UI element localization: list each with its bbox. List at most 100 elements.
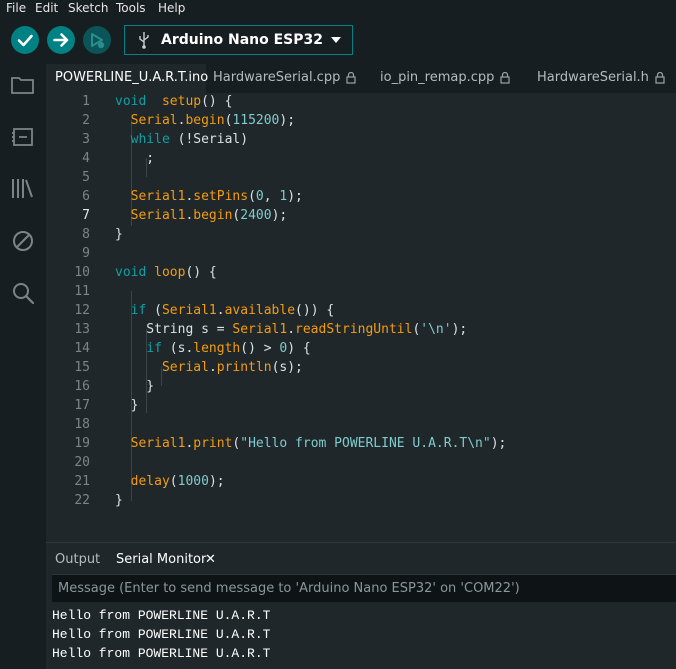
tab-label: HardwareSerial.cpp bbox=[213, 70, 341, 85]
code-token: setPins bbox=[193, 189, 249, 204]
code-token: . bbox=[287, 322, 296, 337]
code-token: ); bbox=[271, 208, 288, 223]
line-number: 14 bbox=[74, 341, 90, 356]
line-number: 10 bbox=[74, 265, 90, 280]
code-line: Serial.println(s); bbox=[115, 360, 303, 375]
tab-label: POWERLINE_U.A.R.T.ino bbox=[55, 70, 209, 85]
code-token: delay bbox=[130, 474, 170, 489]
code-token: begin bbox=[185, 113, 225, 128]
code-line: ; bbox=[115, 151, 154, 166]
code-token: ( bbox=[146, 303, 162, 318]
menu-help[interactable]: Help bbox=[158, 0, 185, 16]
search-icon[interactable] bbox=[10, 280, 36, 306]
line-number: 9 bbox=[82, 246, 90, 261]
code-token: (s); bbox=[271, 360, 303, 375]
check-icon bbox=[17, 34, 33, 47]
line-number: 17 bbox=[74, 398, 90, 413]
debug-button[interactable] bbox=[83, 26, 111, 54]
code-token: begin bbox=[193, 208, 233, 223]
board-selector[interactable]: Arduino Nano ESP32 bbox=[124, 25, 353, 55]
code-line: String s = Serial1.readStringUntil('\n')… bbox=[115, 322, 467, 337]
library-icon[interactable] bbox=[10, 176, 36, 202]
tab-hardwareserial-h[interactable]: HardwareSerial.h bbox=[537, 64, 665, 93]
code-token: (s. bbox=[161, 341, 194, 356]
code-token: 115200 bbox=[232, 113, 280, 128]
menu-sketch[interactable]: Sketch bbox=[68, 0, 108, 16]
code-token: readStringUntil bbox=[295, 322, 413, 337]
code-token: ( bbox=[248, 189, 256, 204]
line-number: 15 bbox=[74, 360, 90, 375]
close-icon[interactable]: ✕ bbox=[205, 552, 216, 567]
line-number: 7 bbox=[82, 208, 90, 223]
tab-hardwareserial-cpp[interactable]: HardwareSerial.cpp bbox=[213, 64, 356, 93]
menu-tools[interactable]: Tools bbox=[116, 0, 146, 16]
code-token: if bbox=[130, 303, 147, 318]
serial-message-input[interactable]: Message (Enter to send message to 'Ardui… bbox=[52, 574, 676, 602]
code-token: } bbox=[115, 493, 123, 508]
tab-label: HardwareSerial.h bbox=[537, 70, 649, 85]
sidebar bbox=[0, 64, 46, 669]
menu-file[interactable]: File bbox=[6, 0, 26, 16]
line-number: 5 bbox=[82, 170, 90, 185]
code-token: "Hello from POWERLINE U.A.R.T\n" bbox=[240, 436, 491, 451]
code-token: '\n' bbox=[420, 322, 452, 337]
serial-output-line: Hello from POWERLINE U.A.R.T bbox=[52, 646, 271, 661]
code-token: ); bbox=[279, 113, 296, 128]
code-line: if (Serial1.available()) { bbox=[115, 303, 335, 318]
upload-button[interactable] bbox=[47, 26, 75, 54]
code-token: , bbox=[263, 189, 280, 204]
code-token: ); bbox=[287, 189, 303, 204]
lock-icon bbox=[346, 71, 356, 84]
code-token: } bbox=[115, 398, 139, 413]
code-token: length bbox=[193, 341, 241, 356]
code-line: while (!Serial) bbox=[115, 132, 248, 147]
code-token: () { bbox=[201, 94, 233, 109]
code-token: . bbox=[216, 303, 225, 318]
code-token: available bbox=[224, 303, 296, 318]
serial-output-line: Hello from POWERLINE U.A.R.T bbox=[52, 627, 271, 642]
bottom-panel-tabs: Output Serial Monitor ✕ bbox=[46, 542, 676, 575]
code-line: } bbox=[115, 398, 139, 413]
folder-icon[interactable] bbox=[10, 72, 36, 98]
debug-block-icon[interactable] bbox=[10, 228, 36, 254]
debug-icon bbox=[91, 33, 105, 49]
code-line: Serial1.setPins(0, 1); bbox=[115, 189, 303, 204]
tab-powerline-uart-ino[interactable]: POWERLINE_U.A.R.T.ino bbox=[46, 64, 209, 93]
code-token: ; bbox=[115, 151, 155, 166]
code-token: ); bbox=[451, 322, 468, 337]
code-line: Serial1.begin(2400); bbox=[115, 208, 288, 223]
lock-icon bbox=[655, 71, 665, 84]
serial-output-line: Hello from POWERLINE U.A.R.T bbox=[52, 608, 271, 623]
tab-output[interactable]: Output bbox=[55, 552, 100, 567]
code-token: } bbox=[115, 379, 155, 394]
line-number: 8 bbox=[82, 227, 90, 242]
board-icon[interactable] bbox=[10, 124, 36, 150]
code-line: Serial1.print("Hello from POWERLINE U.A.… bbox=[115, 436, 507, 451]
tab-io-pin-remap-cpp[interactable]: io_pin_remap.cpp bbox=[380, 64, 511, 93]
serial-output: Hello from POWERLINE U.A.R.T Hello from … bbox=[46, 602, 676, 669]
line-number: 20 bbox=[74, 455, 90, 470]
line-number: 11 bbox=[74, 284, 90, 299]
arrow-right-icon bbox=[53, 33, 69, 47]
code-token: void bbox=[115, 265, 147, 280]
menu-edit[interactable]: Edit bbox=[35, 0, 58, 16]
tab-serial-monitor[interactable]: Serial Monitor bbox=[116, 552, 206, 567]
code-editor[interactable]: 1 void setup() {2 Serial.begin(115200); 3 … bbox=[46, 93, 676, 542]
line-number: 2 bbox=[82, 113, 90, 128]
code-token: . bbox=[208, 360, 217, 375]
line-number: 22 bbox=[74, 493, 90, 508]
usb-icon bbox=[139, 32, 149, 49]
line-number: 18 bbox=[74, 417, 90, 432]
code-token: ( bbox=[169, 474, 178, 489]
verify-button[interactable] bbox=[11, 26, 39, 54]
code-token: () > bbox=[240, 341, 280, 356]
code-token: 2400 bbox=[240, 208, 272, 223]
code-token: loop bbox=[154, 265, 186, 280]
line-number: 4 bbox=[82, 151, 90, 166]
